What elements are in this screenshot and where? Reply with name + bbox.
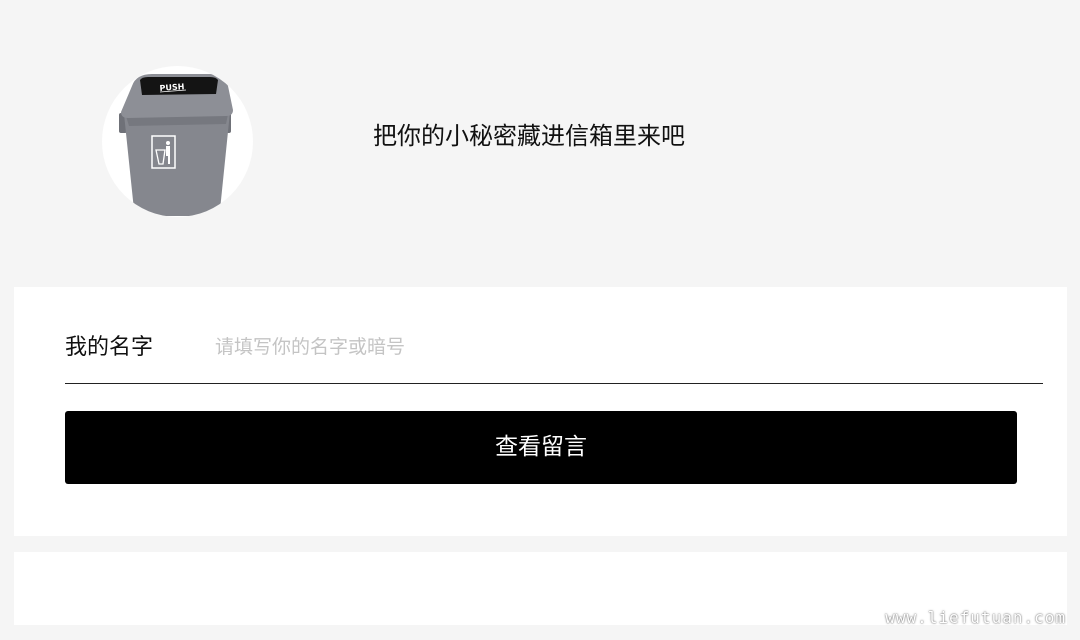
view-messages-button[interactable]: 查看留言: [65, 411, 1017, 484]
trash-bin-icon: PUSH: [119, 74, 233, 216]
avatar: PUSH: [102, 66, 253, 217]
name-field-label: 我的名字: [65, 335, 154, 360]
name-form-card: 我的名字 查看留言: [14, 287, 1067, 536]
page-tagline: 把你的小秘密藏进信箱里来吧: [373, 122, 685, 150]
header: PUSH 把你的小秘密藏进信箱里来吧: [0, 0, 1080, 287]
page: PUSH 把你的小秘密藏进信箱里来吧 我的名字 查看留言 www.liefutu…: [0, 0, 1080, 640]
name-field-row: 我的名字: [65, 313, 1043, 384]
watermark: www.liefutuan.com: [885, 608, 1066, 627]
name-input[interactable]: [215, 329, 1015, 365]
